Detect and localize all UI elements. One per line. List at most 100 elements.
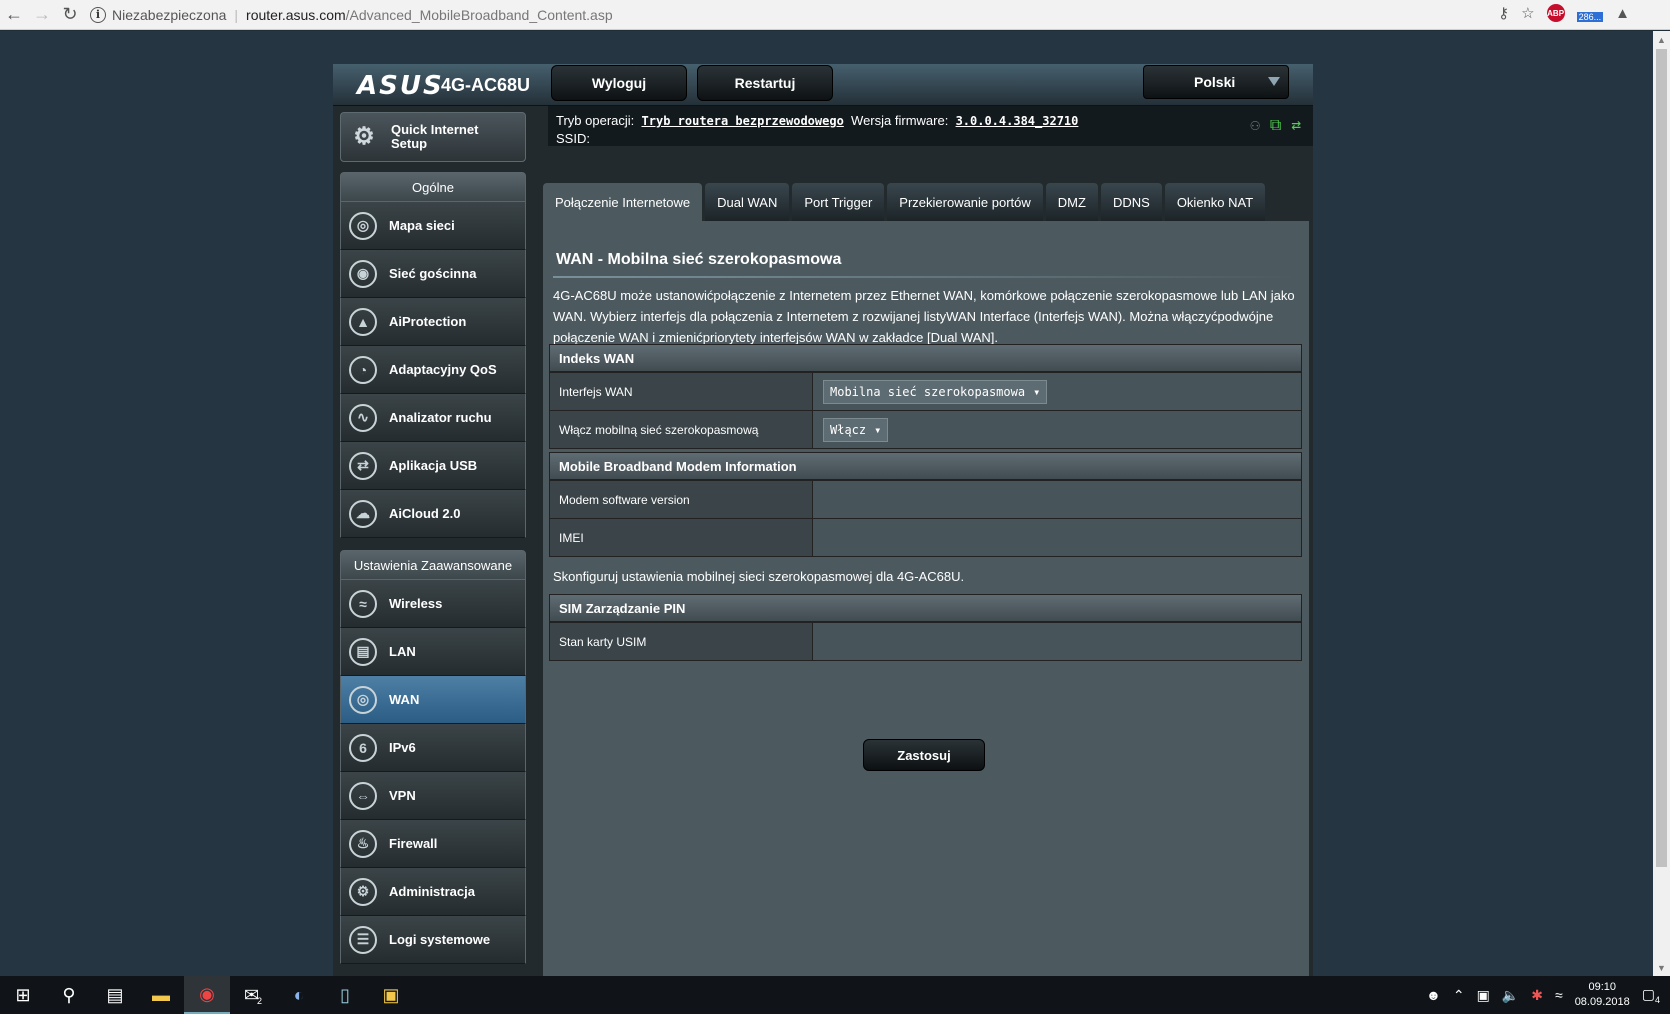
key-icon[interactable]: ⚷ (1498, 4, 1509, 22)
sidebar-item-label: Sieć gościnna (389, 266, 477, 281)
sidebar-item-aplikacja-usb[interactable]: ⇄ Aplikacja USB (340, 442, 526, 490)
wan-interface-label: Interfejs WAN (550, 373, 813, 410)
back-icon[interactable]: ← (0, 1, 28, 29)
sidebar-item-mapa-sieci[interactable]: ◎ Mapa sieci (340, 202, 526, 250)
chevron-down-icon (1268, 77, 1280, 86)
sidebar-item-adaptacyjny-qos[interactable]: ◔ Adaptacyjny QoS (340, 346, 526, 394)
sidebar-item-label: Adaptacyjny QoS (389, 362, 497, 377)
title-divider (553, 276, 1299, 278)
sidebar-item-aiprotection[interactable]: ▲ AiProtection (340, 298, 526, 346)
reload-icon[interactable]: ↻ (56, 1, 84, 29)
modem-sw-value (813, 481, 1301, 518)
sidebar-item-label: Analizator ruchu (389, 410, 492, 425)
sidebar-item-lan[interactable]: ▤ LAN (340, 628, 526, 676)
drive-icon[interactable]: ▲ (1615, 5, 1630, 22)
page: ASUS 4G-AC68U Wyloguj Restartuj Polski T… (0, 31, 1653, 976)
sidebar-item-wan[interactable]: ◎ WAN (340, 676, 526, 724)
adblock-icon[interactable]: ABP (1546, 4, 1565, 22)
address-bar[interactable]: router.asus.com/Advanced_MobileBroadband… (246, 7, 613, 23)
mobile-enable-label: Włącz mobilną sieć szerokopasmową (550, 411, 813, 448)
language-select[interactable]: Polski (1143, 65, 1289, 99)
sidebar: ⚙ Quick Internet Setup Ogólne ◎ Mapa siec… (340, 112, 526, 964)
sidebar-item-administracja[interactable]: ⚙ Administracja (340, 868, 526, 916)
modem-info-header: Mobile Broadband Modem Information (550, 453, 1301, 480)
tab-ddns[interactable]: DDNS (1100, 183, 1162, 221)
tab-po-czenie-internetowe[interactable]: Połączenie Internetowe (543, 183, 703, 221)
sidebar-item-analizator-ruchu[interactable]: ∿ Analizator ruchu (340, 394, 526, 442)
sidebar-item-logi-systemowe[interactable]: ☰ Logi systemowe (340, 916, 526, 964)
logout-button[interactable]: Wyloguj (551, 65, 687, 101)
tab-port-trigger[interactable]: Port Trigger (792, 183, 885, 221)
tab-przekierowanie-port-w[interactable]: Przekierowanie portów (887, 183, 1043, 221)
quick-internet-setup-button[interactable]: ⚙ Quick Internet Setup (340, 112, 526, 162)
imei-value (813, 519, 1301, 556)
sidebar-item-label: LAN (389, 644, 416, 659)
status-icons: ⚇ ⧉ ⇄ (1250, 116, 1301, 134)
info-icon[interactable]: i (90, 6, 106, 23)
wifi-tray-icon[interactable]: ≈ (1555, 987, 1563, 1003)
app-icon[interactable]: ◐ (276, 976, 322, 1014)
sim-pin-header: SIM Zarządzanie PIN (550, 595, 1301, 622)
clock[interactable]: 09:10 08.09.2018 (1575, 980, 1630, 1010)
sidebar-item-vpn[interactable]: ⇔ VPN (340, 772, 526, 820)
mobile-enable-cell: Włącz ▾ (813, 411, 1301, 448)
star-icon[interactable]: ☆ (1521, 4, 1534, 22)
imei-label: IMEI (550, 519, 813, 556)
usb-status-icon[interactable]: ⇄ (1291, 116, 1301, 134)
sidebar-item-ipv6[interactable]: 6 IPv6 (340, 724, 526, 772)
network-tray-icon[interactable]: ▣ (1477, 987, 1490, 1004)
url-separator: | (234, 6, 239, 23)
firmware-link[interactable]: 3.0.0.4.384_32710 (956, 114, 1079, 128)
advanced-menu: ≈ Wireless ▤ LAN ◎ WAN 6 IPv6 ⇔ VPN ♨ Firewall ⚙ Admi… (340, 580, 526, 964)
network-icon[interactable]: ⧉ (1270, 116, 1281, 134)
mobile-enable-select[interactable]: Włącz ▾ (823, 417, 889, 442)
browser-toolbar: ← → ↻ i Niezabezpieczona | router.asus.c… (0, 0, 1670, 30)
page-title: WAN - Mobilna sieć szerokopasmowa (556, 251, 842, 268)
file-explorer-icon[interactable]: ▬ (138, 976, 184, 1014)
wan-interface-select[interactable]: Mobilna sieć szerokopasmowa ▾ (823, 379, 1048, 404)
tray-app-icon[interactable]: ✱ (1531, 987, 1543, 1004)
mail-icon[interactable]: ✉ 2 (230, 976, 276, 1014)
windows-start-icon[interactable]: ⊞ (0, 976, 46, 1014)
chrome-icon[interactable]: ◉ (184, 976, 230, 1014)
sidebar-item-aicloud-2-0[interactable]: ☁ AiCloud 2.0 (340, 490, 526, 538)
mobile-enable-value: Włącz (830, 422, 867, 437)
extension-badge[interactable]: 286... (1576, 12, 1604, 22)
firewall-icon: ♨ (349, 829, 377, 858)
search-icon[interactable]: ⚲ (46, 976, 92, 1014)
network-app-icon[interactable]: ▣ (368, 976, 414, 1014)
general-section-title: Ogólne (340, 172, 526, 202)
notifications-icon[interactable]: ▢4 (1642, 986, 1660, 1005)
sidebar-item-wireless[interactable]: ≈ Wireless (340, 580, 526, 628)
sidebar-item-label: Wireless (389, 596, 443, 611)
sidebar-item-sie-go-cinna[interactable]: ◉ Sieć gościnna (340, 250, 526, 298)
cloud-icon: ☁ (349, 499, 377, 528)
sidebar-item-firewall[interactable]: ♨ Firewall (340, 820, 526, 868)
forward-icon[interactable]: → (28, 1, 56, 29)
apply-button[interactable]: Zastosuj (863, 739, 985, 771)
scrollbar-thumb[interactable] (1656, 49, 1667, 867)
tab-okienko-nat[interactable]: Okienko NAT (1164, 183, 1266, 221)
security-label: Niezabezpieczona (112, 6, 227, 23)
table-row: Stan karty USIM (550, 622, 1301, 660)
mode-link[interactable]: Tryb routera bezprzewodowego (642, 114, 844, 128)
tab-dual-wan[interactable]: Dual WAN (705, 183, 790, 221)
scroll-down-icon[interactable]: ▼ (1653, 959, 1670, 976)
gauge-icon: ◔ (349, 355, 377, 384)
people-icon[interactable]: ☻ (1426, 987, 1441, 1003)
scroll-up-icon[interactable]: ▲ (1653, 31, 1670, 48)
chevron-up-icon[interactable]: ⌃ (1453, 987, 1465, 1004)
mode-label: Tryb operacji: (556, 113, 635, 128)
restart-button[interactable]: Restartuj (697, 65, 833, 101)
banner: ASUS 4G-AC68U Wyloguj Restartuj Polski (333, 64, 1313, 106)
task-view-icon[interactable]: ▤ (92, 976, 138, 1014)
volume-icon[interactable]: 🔈 (1502, 987, 1519, 1004)
page-description: 4G-AC68U może ustanowićpołączenie z Inte… (553, 288, 1295, 345)
page-scrollbar[interactable]: ▲ ▼ (1653, 31, 1670, 976)
tab-dmz[interactable]: DMZ (1045, 183, 1098, 221)
notepad-icon[interactable]: ▯ (322, 976, 368, 1014)
table-row: Modem software version (550, 480, 1301, 518)
clients-icon[interactable]: ⚇ (1250, 116, 1260, 134)
vpn-icon: ⇔ (349, 781, 377, 810)
sidebar-item-label: Mapa sieci (389, 218, 455, 233)
